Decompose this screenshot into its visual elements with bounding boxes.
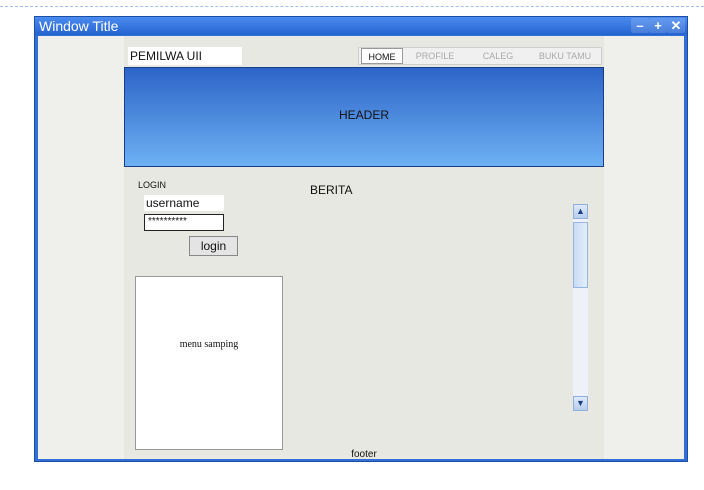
minimize-button[interactable]: –	[631, 18, 649, 33]
footer-label: footer	[351, 449, 377, 460]
web-page-mockup: PEMILWA UII HOME PROFILE CALEG BUKU TAMU…	[124, 36, 604, 460]
close-button[interactable]: ✕	[667, 18, 685, 33]
scrollbar-thumb[interactable]	[573, 222, 588, 288]
app-window: Window Title – + ✕ PEMILWA UII HOME PROF…	[34, 16, 688, 462]
header-label: HEADER	[338, 108, 389, 122]
chevron-down-icon[interactable]: ▼	[573, 396, 588, 411]
tab-home[interactable]: HOME	[361, 48, 403, 64]
maximize-button[interactable]: +	[649, 18, 667, 33]
top-guide-line	[0, 6, 704, 7]
content-title: BERITA	[310, 183, 353, 197]
site-title: PEMILWA UII	[128, 47, 242, 65]
window-titlebar[interactable]: Window Title – + ✕	[35, 17, 687, 35]
window-client-area: PEMILWA UII HOME PROFILE CALEG BUKU TAMU…	[38, 36, 684, 460]
side-menu-label: menu samping	[179, 339, 239, 350]
login-button[interactable]: login	[189, 236, 238, 256]
window-title: Window Title	[39, 18, 119, 34]
password-input[interactable]: **********	[144, 214, 224, 231]
nav-tabs: HOME PROFILE CALEG BUKU TAMU	[358, 47, 602, 65]
header-banner: HEADER	[124, 67, 604, 167]
chevron-up-icon[interactable]: ▲	[573, 204, 588, 219]
tab-profile[interactable]: PROFILE	[407, 48, 463, 64]
username-input[interactable]: username	[144, 195, 224, 211]
side-menu-box: menu samping	[135, 276, 283, 450]
login-label: LOGIN	[138, 180, 167, 190]
tab-caleg[interactable]: CALEG	[467, 48, 529, 64]
tab-buku-tamu[interactable]: BUKU TAMU	[531, 48, 599, 64]
content-scrollbar[interactable]: ▲ ▼	[573, 204, 588, 411]
